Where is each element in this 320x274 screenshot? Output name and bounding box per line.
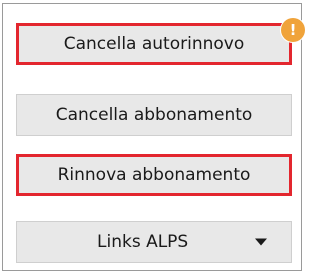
chevron-down-icon — [255, 238, 267, 246]
notification-badge: ! — [281, 18, 305, 42]
links-alps-label: Links ALPS — [97, 232, 189, 252]
cancel-autorenew-label: Cancella autorinnovo — [63, 34, 245, 54]
cancel-subscription-button[interactable]: Cancella abbonamento — [16, 94, 292, 136]
renew-subscription-label: Rinnova abbonamento — [57, 165, 251, 185]
exclamation-icon: ! — [289, 21, 297, 39]
cancel-autorenew-button[interactable]: Cancella autorinnovo — [16, 23, 292, 65]
renew-subscription-button[interactable]: Rinnova abbonamento — [16, 154, 292, 196]
cancel-subscription-label: Cancella abbonamento — [55, 105, 253, 125]
links-alps-dropdown[interactable]: Links ALPS — [16, 221, 292, 263]
